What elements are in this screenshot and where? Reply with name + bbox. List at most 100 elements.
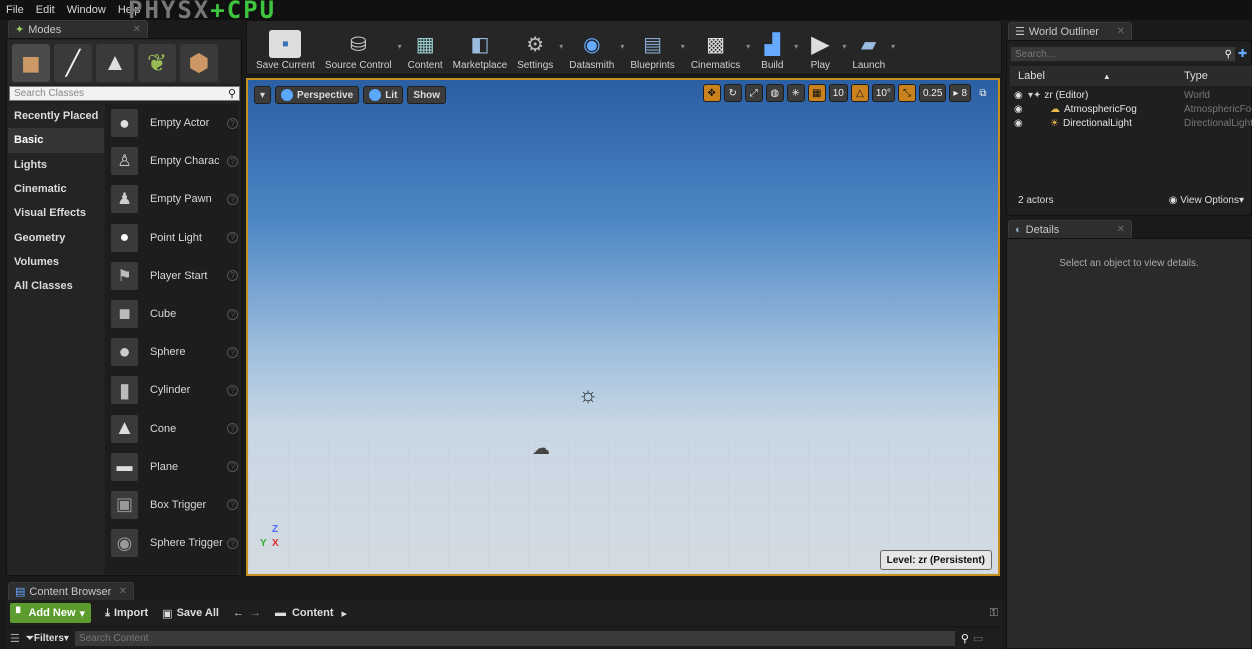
chevron-down-icon[interactable]: ▾: [746, 42, 750, 51]
chevron-down-icon[interactable]: ▾: [398, 42, 402, 51]
save-current-button[interactable]: ▪ Save Current: [256, 21, 315, 71]
lit-button[interactable]: Lit: [363, 86, 404, 104]
chevron-down-icon[interactable]: ▾: [794, 42, 798, 51]
datasmith-button[interactable]: ◉ Datasmith: [569, 21, 614, 72]
scale-snap-value[interactable]: 0.25: [918, 84, 947, 102]
chevron-down-icon[interactable]: ▾: [559, 42, 563, 51]
save-search-icon[interactable]: ▭: [973, 632, 983, 645]
category-basic[interactable]: Basic: [8, 128, 104, 153]
list-item[interactable]: ◉ Sphere Trigger?: [105, 524, 238, 562]
list-item[interactable]: ▬ Plane?: [105, 448, 238, 486]
grid-snap-value[interactable]: 10: [828, 84, 848, 102]
help-icon[interactable]: ?: [227, 384, 238, 396]
help-icon[interactable]: ?: [227, 461, 238, 473]
back-button[interactable]: ←: [233, 607, 244, 619]
level-viewport[interactable]: ▾ Perspective Lit Show ✥ ↻ ⤢ ◍ ✳ ▦ 10 △ …: [246, 78, 1000, 576]
table-row[interactable]: ◉ ☀ DirectionalLight DirectionalLight: [1010, 116, 1252, 130]
viewport-options-button[interactable]: ▾: [254, 86, 272, 104]
content-path[interactable]: ▬ Content ▸: [275, 607, 347, 620]
menu-file[interactable]: File: [0, 4, 30, 16]
list-item[interactable]: ▣ Box Trigger?: [105, 486, 238, 524]
translate-icon[interactable]: ✥: [702, 84, 721, 102]
lock-icon[interactable]: ⚿: [990, 607, 998, 620]
category-visual-effects[interactable]: Visual Effects: [8, 201, 104, 225]
help-icon[interactable]: ?: [227, 346, 238, 358]
place-mode-icon[interactable]: ◼: [12, 44, 50, 82]
fog-icon[interactable]: ☁: [532, 438, 550, 459]
help-icon[interactable]: ?: [227, 499, 238, 511]
tab-world-outliner[interactable]: ☰ World Outliner ✕: [1008, 22, 1132, 40]
category-lights[interactable]: Lights: [8, 153, 104, 177]
list-item[interactable]: ▮ Cylinder?: [105, 371, 238, 409]
maximize-icon[interactable]: ⧉: [974, 84, 992, 102]
help-icon[interactable]: ?: [227, 537, 238, 549]
help-icon[interactable]: ?: [227, 232, 238, 244]
category-volumes[interactable]: Volumes: [8, 250, 104, 274]
eye-icon[interactable]: ◉: [1014, 118, 1024, 129]
chevron-down-icon[interactable]: ▾: [842, 42, 846, 51]
perspective-button[interactable]: Perspective: [275, 86, 360, 104]
category-cinematic[interactable]: Cinematic: [8, 177, 104, 201]
forward-button[interactable]: →: [250, 607, 261, 619]
list-item[interactable]: ■ Cube?: [105, 295, 238, 333]
tab-modes[interactable]: ✦ Modes ✕: [8, 20, 148, 38]
import-button[interactable]: ⤓ Import: [105, 607, 148, 620]
grid-snap-icon[interactable]: ▦: [807, 84, 826, 102]
table-row[interactable]: ◉ ☁ AtmosphericFog AtmosphericFog: [1010, 102, 1252, 116]
eye-icon[interactable]: ◉: [1014, 104, 1024, 115]
cinematics-button[interactable]: ▩ Cinematics: [691, 21, 740, 72]
help-icon[interactable]: ?: [227, 270, 238, 282]
search-classes-input[interactable]: Search Classes ⚲: [9, 86, 240, 101]
menu-edit[interactable]: Edit: [30, 4, 61, 16]
help-icon[interactable]: ?: [227, 308, 238, 320]
scale-snap-icon[interactable]: ⤡: [897, 84, 916, 102]
surface-snap-icon[interactable]: ✳: [786, 84, 805, 102]
marketplace-button[interactable]: ◧ Marketplace: [453, 21, 507, 72]
rotation-snap-value[interactable]: 10°: [871, 84, 895, 102]
sources-toggle-icon[interactable]: ☰: [10, 632, 20, 645]
close-icon[interactable]: ✕: [133, 24, 141, 35]
launch-button[interactable]: ▰ Launch: [852, 21, 885, 72]
world-local-icon[interactable]: ◍: [765, 84, 784, 102]
list-item[interactable]: ▲ Cone?: [105, 410, 238, 448]
settings-button[interactable]: ⚙ Settings: [517, 21, 553, 72]
eye-icon[interactable]: ◉: [1014, 90, 1024, 101]
chevron-down-icon[interactable]: ▾: [620, 42, 624, 51]
paint-mode-icon[interactable]: ╱: [54, 44, 92, 82]
help-icon[interactable]: ?: [227, 117, 238, 129]
tab-content-browser[interactable]: ▤ Content Browser ✕: [8, 582, 134, 600]
chevron-down-icon[interactable]: ▾: [891, 42, 895, 51]
geometry-mode-icon[interactable]: ⬢: [180, 44, 218, 82]
filters-button[interactable]: ⏷Filters▾: [26, 633, 69, 644]
table-row[interactable]: ◉ ▾✦ zr (Editor) World: [1010, 88, 1252, 102]
category-recently-placed[interactable]: Recently Placed: [8, 104, 104, 128]
add-folder-icon[interactable]: ✚: [1238, 47, 1247, 60]
chevron-down-icon[interactable]: ▾: [681, 42, 685, 51]
category-all-classes[interactable]: All Classes: [8, 274, 104, 298]
tab-details[interactable]: ◐ Details ✕: [1008, 220, 1132, 238]
rotate-icon[interactable]: ↻: [723, 84, 742, 102]
camera-speed-button[interactable]: ▸ 8: [949, 84, 971, 102]
content-search-input[interactable]: Search Content: [74, 630, 955, 646]
outliner-search-input[interactable]: Search... ⚲: [1010, 46, 1236, 62]
col-label[interactable]: Label: [1018, 70, 1045, 82]
col-type[interactable]: Type: [1184, 70, 1208, 82]
sun-icon[interactable]: ☼: [578, 382, 598, 408]
menu-window[interactable]: Window: [61, 4, 112, 16]
help-icon[interactable]: ?: [227, 193, 238, 205]
list-item[interactable]: ♙ Empty Charact?: [105, 142, 238, 180]
scale-icon[interactable]: ⤢: [744, 84, 763, 102]
category-geometry[interactable]: Geometry: [8, 225, 104, 249]
list-item[interactable]: ⚑ Player Start?: [105, 257, 238, 295]
show-button[interactable]: Show: [407, 86, 447, 104]
content-button[interactable]: ▦ Content: [408, 21, 443, 72]
close-icon[interactable]: ✕: [1117, 224, 1125, 235]
play-button[interactable]: ▶ Play: [804, 21, 836, 72]
landscape-mode-icon[interactable]: ▲: [96, 44, 134, 82]
view-options-button[interactable]: ◉ View Options▾: [1169, 195, 1244, 206]
build-button[interactable]: ▟ Build: [756, 21, 788, 72]
help-icon[interactable]: ?: [227, 423, 238, 435]
list-item[interactable]: ♟ Empty Pawn?: [105, 180, 238, 218]
source-control-button[interactable]: ⛁ Source Control: [325, 21, 392, 72]
help-icon[interactable]: ?: [227, 155, 238, 167]
